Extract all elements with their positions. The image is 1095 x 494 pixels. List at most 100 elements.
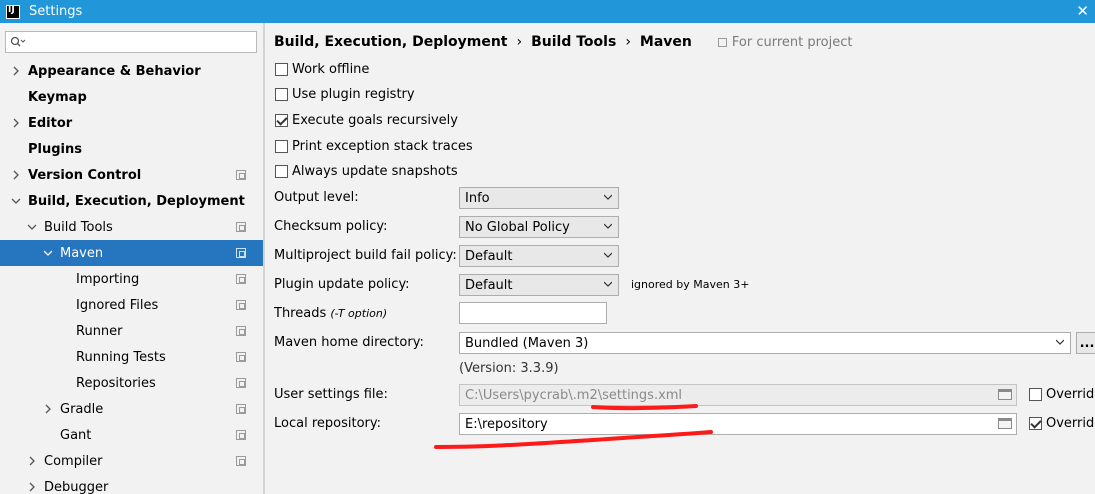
sidebar-item-runner[interactable]: Runner [0,318,263,344]
sidebar-item-label: Plugins [28,141,82,157]
sidebar-item-gant[interactable]: Gant [0,422,263,448]
project-scope-icon [236,456,246,466]
plugin-registry-option[interactable]: Use plugin registry [275,87,415,102]
chevron-right-icon[interactable] [10,169,22,181]
breadcrumb-item: Maven [639,34,692,50]
project-scope-icon [717,37,727,47]
folder-icon[interactable] [998,418,1012,429]
chevron-right-icon[interactable] [26,481,38,493]
search-icon [10,36,28,48]
browse-maven-home-button[interactable]: ... [1076,332,1095,354]
execute-recursively-checkbox[interactable] [275,114,288,127]
work-offline-option[interactable]: Work offline [275,62,369,77]
folder-icon[interactable] [998,389,1012,400]
print-exceptions-option[interactable]: Print exception stack traces [275,139,473,154]
project-scope-icon [236,430,246,440]
sidebar-item-ignored-files[interactable]: Ignored Files [0,292,263,318]
close-icon[interactable]: ✕ [1076,2,1089,20]
project-scope-icon [236,404,246,414]
search-input[interactable] [5,31,257,53]
sidebar-item-importing[interactable]: Importing [0,266,263,292]
chevron-down-icon[interactable] [42,247,54,259]
scope-label: For current project [731,34,853,50]
sidebar-item-label: Keymap [28,89,87,105]
threads-label: Threads (-T option) [274,306,387,321]
chevron-down-icon [1056,339,1064,345]
breadcrumb-item[interactable]: Build, Execution, Deployment [274,34,508,50]
local-repo-override-checkbox[interactable] [1029,417,1042,430]
breadcrumb-item[interactable]: Build Tools [531,34,616,50]
checksum-policy-value: No Global Policy [465,219,570,235]
sidebar-item-plugins[interactable]: Plugins [0,136,263,162]
chevron-right-icon[interactable] [10,117,22,129]
chevron-down-icon[interactable] [26,221,38,233]
sidebar-item-editor[interactable]: Editor [0,110,263,136]
checksum-policy-select[interactable]: No Global Policy [459,216,619,238]
chevron-down-icon [604,194,612,200]
work-offline-checkbox[interactable] [275,63,288,76]
sidebar-item-maven[interactable]: Maven [0,240,263,266]
update-snapshots-checkbox[interactable] [275,165,288,178]
maven-home-select[interactable]: Bundled (Maven 3) [459,332,1071,354]
output-level-select[interactable]: Info [459,187,619,209]
sidebar-item-compiler[interactable]: Compiler [0,448,263,474]
annotation-underline-repository [434,430,713,449]
plugin-update-policy-select[interactable]: Default [459,274,619,296]
project-scope-icon [236,300,246,310]
chevron-right-icon[interactable] [10,65,22,77]
plugin-update-policy-value: Default [465,277,513,293]
project-scope-icon [236,326,246,336]
plugin-registry-checkbox[interactable] [275,88,288,101]
execute-recursively-label: Execute goals recursively [292,113,458,128]
sidebar-item-appearance-behavior[interactable]: Appearance & Behavior [0,58,263,84]
chevron-down-icon [604,281,612,287]
user-settings-field[interactable]: C:\Users\pycrab\.m2\settings.xml [459,384,1017,406]
window-title: Settings [29,4,83,19]
threads-hint: (-T option) [330,307,388,320]
sidebar-item-gradle[interactable]: Gradle [0,396,263,422]
sidebar-item-label: Compiler [44,453,103,469]
project-scope-icon [236,248,246,258]
chevron-down-icon [604,223,612,229]
sidebar-item-label: Maven [60,245,104,261]
breadcrumb: Build, Execution, Deployment › Build Too… [274,34,852,50]
sidebar-item-running-tests[interactable]: Running Tests [0,344,263,370]
sidebar-item-label: Editor [28,115,73,131]
sidebar-item-label: Importing [76,271,140,287]
checksum-policy-label: Checksum policy: [274,219,388,234]
chevron-down-icon[interactable] [10,195,22,207]
annotation-underline-settings [591,404,698,411]
project-scope-icon [236,170,246,180]
output-level-label: Output level: [274,190,359,205]
sidebar-item-label: Version Control [28,167,142,183]
settings-sidebar: Appearance & Behavior Keymap Editor Plugins… [0,23,263,494]
breadcrumb-separator: › [625,34,631,50]
local-repo-override-label: Override [1046,416,1095,431]
user-settings-override[interactable]: Override [1029,387,1095,402]
sidebar-item-repositories[interactable]: Repositories [0,370,263,396]
chevron-right-icon[interactable] [26,455,38,467]
execute-recursively-option[interactable]: Execute goals recursively [275,113,458,128]
sidebar-item-build-tools[interactable]: Build Tools [0,214,263,240]
sidebar-item-label: Running Tests [76,349,166,365]
local-repo-override[interactable]: Override [1029,416,1095,431]
plugin-registry-label: Use plugin registry [292,87,415,102]
threads-input[interactable] [459,302,607,324]
maven-home-value: Bundled (Maven 3) [465,335,589,351]
breadcrumb-separator: › [516,34,523,50]
sidebar-item-label: Gradle [60,401,104,417]
print-exceptions-checkbox[interactable] [275,140,288,153]
sidebar-item-keymap[interactable]: Keymap [0,84,263,110]
local-repo-label: Local repository: [274,416,381,431]
sidebar-item-build-execution-deployment[interactable]: Build, Execution, Deployment [0,188,263,214]
multiproject-policy-select[interactable]: Default [459,245,619,267]
sidebar-item-label: Build Tools [44,219,113,235]
sidebar-item-debugger[interactable]: Debugger [0,474,263,494]
user-settings-override-checkbox[interactable] [1029,388,1042,401]
title-bar: IJ Settings ✕ [0,0,1095,23]
update-snapshots-option[interactable]: Always update snapshots [275,164,458,179]
scope-note: For current project [717,34,853,50]
sidebar-item-version-control[interactable]: Version Control [0,162,263,188]
sidebar-item-label: Gant [60,427,92,443]
chevron-right-icon[interactable] [42,403,54,415]
